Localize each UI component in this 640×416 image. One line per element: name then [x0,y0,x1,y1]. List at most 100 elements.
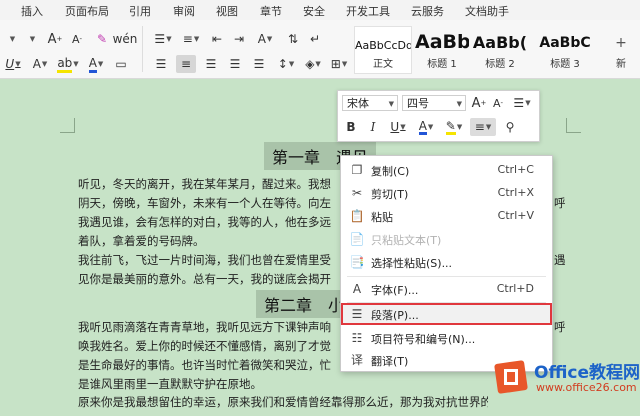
paragraph-line-end: 呼 [554,320,566,334]
paragraph-line: 是谁风里雨里一直默默守护在原地。 [78,377,262,391]
line-spacing-icon[interactable]: ↕ ▼ [274,55,298,73]
page-corner-mark [566,118,581,133]
numbering-icon[interactable]: ≡ ▼ [180,30,202,48]
watermark-title: Office教程网 [534,363,640,383]
style-heading-3[interactable]: AaBbC 标题 3 [532,26,598,74]
paragraph-line: 是生命最好的事情。也许当时忙着微笑和哭泣，忙 [78,358,331,372]
watermark-logo: Office教程网 www.office26.com [488,352,640,401]
tab-insert[interactable]: 插入 [21,3,43,19]
menu-item-shortcut: Ctrl+V [497,209,534,222]
char-border-icon[interactable]: ▭ [112,55,130,73]
highlight-icon[interactable]: ab ▼ [56,55,80,73]
line-spacing-icon[interactable]: ☰ ▼ [510,94,534,112]
menu-item-label: 粘贴 [371,211,393,224]
font-size-dropdown[interactable]: ▼ [26,30,38,48]
bullets-icon[interactable]: ☰ ▼ [152,30,174,48]
paragraph-line-end: 呼 [554,196,566,210]
mini-font-name-value: 宋体 [347,97,369,110]
paragraph-line-end: 遇 [554,253,566,267]
show-marks-icon[interactable]: ↵ [306,30,324,48]
tab-cloud-service[interactable]: 云服务 [411,3,444,19]
menu-item-shortcut: Ctrl+X [497,186,534,199]
highlight-icon[interactable]: ✎ ▼ [442,118,466,136]
menu-item-font[interactable]: A 字体(F)... Ctrl+D [341,278,552,300]
clear-format-icon[interactable]: ✎ [92,30,112,48]
shrink-font-icon[interactable]: A- [490,94,506,112]
chevron-down-icon: ▼ [9,35,16,43]
style-sample: AaBbC [539,35,591,51]
paste-special-icon: 📑 [349,255,365,269]
tab-chapter[interactable]: 章节 [260,3,282,19]
style-name: 新 [616,59,626,70]
format-painter-icon[interactable]: ⚲ [500,118,520,136]
menu-item-paste-special[interactable]: 📑 选择性粘贴(S)... [341,251,552,273]
paragraph-line: 我往前飞，飞过一片时间海，我们也曾在爱情里受 [78,253,331,267]
style-heading-2[interactable]: AaBb( 标题 2 [470,26,530,74]
sort-icon[interactable]: ⇅ [284,30,302,48]
mini-font-size-value: 四号 [407,97,429,110]
paragraph-line: 原来你是我最想留住的幸运，原来我们和爱情曾经靠得那么近，那为我对抗世界的决定，那 [78,395,488,409]
tab-view[interactable]: 视图 [216,3,238,19]
menu-bar: 插入 页面布局 引用 审阅 视图 章节 安全 开发工具 云服务 文档助手 [0,0,640,21]
paste-icon: 📋 [349,209,365,223]
ribbon: ▼ ▼ A + A- ✎ wén ☰ ▼ ≡ ▼ ⇤ ⇥ A ▼ ⇅ ↵ U ▼ A ▼ a… [0,20,640,79]
new-style-icon: + [615,35,627,51]
tab-page-layout[interactable]: 页面布局 [65,3,109,19]
style-name: 标题 3 [550,59,580,70]
italic-button[interactable]: I [364,118,382,136]
mini-font-size-select[interactable]: 四号 ▼ [402,95,466,111]
menu-item-paste-text-only: 📄 只粘贴文本(T) [341,228,552,250]
tab-security[interactable]: 安全 [303,3,325,19]
bold-button[interactable]: B [342,118,360,136]
menu-item-shortcut: Ctrl+D [496,282,534,295]
menu-item-paste[interactable]: 📋 粘贴 Ctrl+V [341,205,552,227]
chevron-down-icon: ▼ [29,35,36,43]
distribute-icon[interactable]: ☰ [250,55,268,73]
ribbon-divider [142,26,143,72]
underline-icon[interactable]: U ▼ [2,55,24,73]
align-center-icon[interactable]: ≡ [176,55,196,73]
align-button[interactable]: ≡ ▼ [470,118,496,136]
tab-review[interactable]: 审阅 [173,3,195,19]
style-normal[interactable]: AaBbCcDd 正文 [354,26,412,74]
paragraph-line: 我听见雨滴落在青青草地，我听见远方下课钟声响 [78,320,331,334]
grow-font-icon[interactable]: A + [46,30,64,48]
underline-button[interactable]: U ▼ [386,118,410,136]
pinyin-icon[interactable]: wén [113,30,138,48]
shrink-font-icon[interactable]: A- [68,30,86,48]
office-logo-icon [494,360,528,394]
style-sample: AaBbCcDd [355,39,411,52]
align-left-icon[interactable]: ☰ [152,55,170,73]
menu-item-bullets-numbering[interactable]: ☷ 项目符号和编号(N)... [341,327,552,349]
tab-doc-assistant[interactable]: 文档助手 [465,3,509,19]
increase-indent-icon[interactable]: ⇥ [230,30,248,48]
font-name-dropdown[interactable]: ▼ [2,30,22,48]
mini-toolbar: 宋体 ▼ 四号 ▼ A + A- ☰ ▼ B I U ▼ A ▼ ✎ ▼ ≡ ▼ ⚲ [337,90,540,142]
menu-item-cut[interactable]: ✂ 剪切(T) Ctrl+X [341,182,552,204]
justify-icon[interactable]: ☰ [226,55,244,73]
mini-font-name-select[interactable]: 宋体 ▼ [342,95,398,111]
menu-item-paragraph[interactable]: ☰ 段落(P)... [341,303,552,325]
chinese-layout-icon[interactable]: A ▼ [254,30,276,48]
grow-font-icon[interactable]: A + [470,94,488,112]
paragraph-line: 唤我姓名。爱上你的时候还不懂感情，离别了才觉 [78,339,331,353]
new-style[interactable]: + 新 [600,26,640,74]
shading-icon[interactable]: ◈ ▼ [302,55,324,73]
decrease-indent-icon[interactable]: ⇤ [208,30,226,48]
menu-separator [347,276,546,277]
text-effect-icon[interactable]: A ▼ [28,55,52,73]
font-color-icon[interactable]: A ▼ [84,55,108,73]
align-right-icon[interactable]: ☰ [202,55,220,73]
tab-developer[interactable]: 开发工具 [346,3,390,19]
menu-item-label: 剪切(T) [371,188,409,201]
paragraph-line: 阴天，傍晚，车窗外，未来有一个人在等待。向左 [78,196,331,210]
tab-references[interactable]: 引用 [129,3,151,19]
font-color-icon[interactable]: A ▼ [414,118,438,136]
copy-icon: ❐ [351,163,363,177]
style-heading-1[interactable]: AaBb 标题 1 [414,26,470,74]
menu-item-label: 翻译(T) [371,355,409,368]
borders-icon[interactable]: ⊞ ▼ [328,55,350,73]
bullets-icon: ☷ [351,331,363,345]
menu-item-copy[interactable]: ❐ 复制(C) Ctrl+C [341,159,552,181]
paragraph-line: 着队，拿着爱的号码牌。 [78,234,205,248]
